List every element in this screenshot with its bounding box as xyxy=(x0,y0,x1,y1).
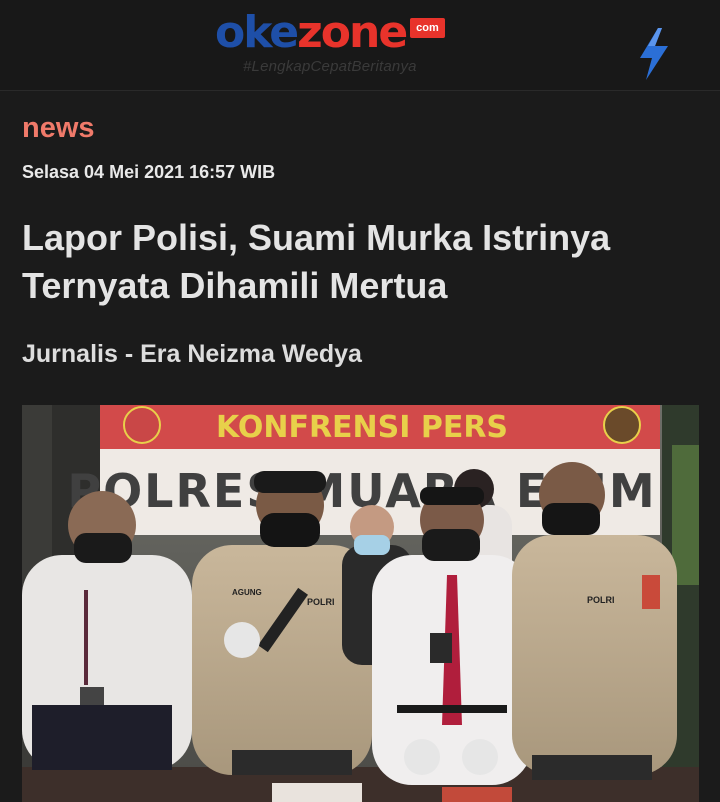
article-photo[interactable]: KONFRENSI PERS POLRES MUARA ENIM POLRI A… xyxy=(22,405,699,802)
svg-text:AGUNG: AGUNG xyxy=(232,588,262,597)
lightning-bolt-icon[interactable] xyxy=(636,28,672,80)
article-date: Selasa 04 Mei 2021 16:57 WIB xyxy=(22,162,276,182)
logo-com-badge: com xyxy=(410,18,445,38)
article-title: Lapor Polisi, Suami Murka Istrinya Terny… xyxy=(22,217,611,306)
article-category[interactable]: news xyxy=(22,112,95,145)
logo-zone-text: zone xyxy=(297,7,408,58)
okezone-logo[interactable]: oke zone com xyxy=(215,10,445,56)
svg-text:POLRI: POLRI xyxy=(587,595,615,605)
site-tagline: #LengkapCepatBeritanya xyxy=(243,58,417,75)
svg-text:POLRI: POLRI xyxy=(307,597,335,607)
banner-top-text: KONFRENSI PERS xyxy=(216,410,508,445)
logo-oke-text: oke xyxy=(215,7,299,58)
site-header: oke zone com #LengkapCepatBeritanya xyxy=(0,0,720,91)
article-byline: Jurnalis - Era Neizma Wedya xyxy=(22,340,362,368)
